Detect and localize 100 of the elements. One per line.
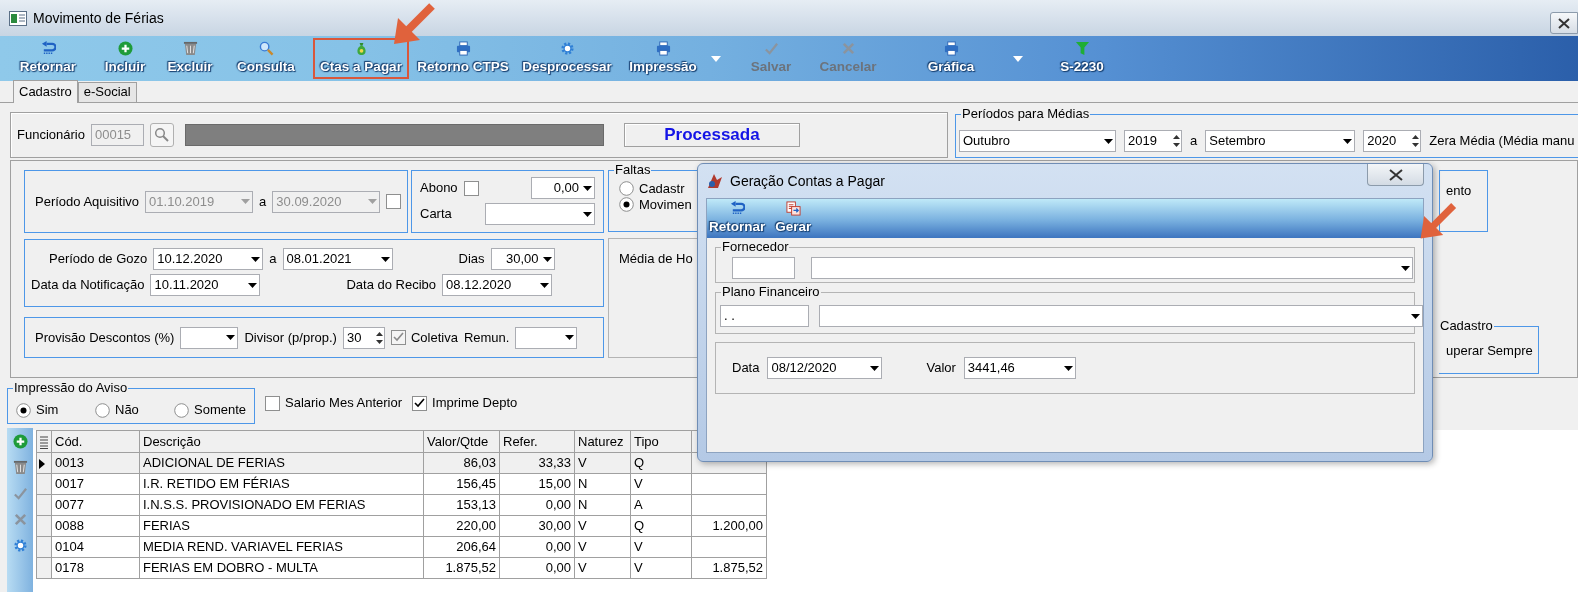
option-label: uperar Sempre: [1446, 343, 1533, 358]
plus-icon: [117, 41, 133, 57]
checkbox[interactable]: [390, 330, 406, 345]
checkbox[interactable]: [386, 194, 402, 209]
table-cell: 153,13: [423, 494, 500, 516]
dropdown[interactable]: [515, 326, 578, 349]
table-cell: 0,00: [499, 494, 575, 516]
caret-icon: [542, 256, 552, 262]
spin-arrows-icon: [1412, 134, 1420, 148]
caret-icon: [565, 335, 575, 340]
checkbox[interactable]: [412, 395, 428, 411]
caret-icon: [226, 335, 236, 340]
caret-icon: [583, 185, 592, 191]
dropdown[interactable]: 10.11.2020: [150, 274, 261, 296]
caret-icon: [1411, 313, 1420, 319]
table-cell: A: [630, 494, 692, 516]
table-row[interactable]: 0178 FERIAS EM DOBRO - MULTA 1.875,52 0,00 V V 1.875,52: [36, 557, 767, 579]
document-icon: [785, 201, 801, 217]
radio-button[interactable]: [174, 402, 189, 418]
tool-button[interactable]: [12, 486, 28, 501]
dropdown[interactable]: Setembro: [1205, 130, 1356, 152]
dropdown[interactable]: 08/12/2020: [767, 357, 883, 379]
field-label: Abono: [420, 180, 458, 196]
plus-icon: [12, 434, 28, 449]
table-row[interactable]: 0013 ADICIONAL DE FERIAS 86,03 33,33 V Q: [36, 452, 767, 474]
column-header: Naturez: [574, 430, 631, 453]
field-label: Funcionário: [17, 127, 85, 143]
search-button[interactable]: [149, 123, 174, 147]
radio-button[interactable]: [16, 402, 31, 418]
gear-icon: [559, 41, 575, 57]
table-cell: ADICIONAL DE FERIAS: [139, 452, 424, 474]
input-field[interactable]: [732, 257, 795, 279]
caret-icon: [1013, 55, 1023, 62]
column-header: Valor/Qtde: [423, 430, 500, 453]
field-label: a: [269, 251, 277, 267]
dropdown[interactable]: [819, 305, 1423, 327]
table-row[interactable]: 0017 I.R. RETIDO EM FÉRIAS 156,45 15,00 N V: [36, 473, 767, 495]
table-cell: 156,45: [423, 473, 500, 495]
radio-button[interactable]: [95, 402, 110, 418]
return-arrow-icon: [40, 41, 56, 57]
tool-button[interactable]: [12, 512, 28, 527]
table-row[interactable]: 0104 MEDIA REND. VARIAVEL FERIAS 206,64 0,00 V V: [36, 536, 767, 558]
close-icon: [1388, 168, 1403, 181]
checkbox[interactable]: [463, 180, 479, 196]
table-row[interactable]: 0077 I.N.S.S. PROVISIONADO EM FERIAS 153,13 0,00 N A: [36, 494, 767, 516]
spinner-field[interactable]: 2019: [1124, 130, 1182, 152]
dropdown[interactable]: Outubro: [959, 130, 1116, 152]
table-cell: I.R. RETIDO EM FÉRIAS: [139, 473, 424, 495]
dropdown[interactable]: 0,00: [531, 177, 595, 199]
window-title: Movimento de Férias: [33, 9, 164, 27]
group-title: Impressão do Aviso: [13, 380, 129, 396]
table-cell: 0,00: [499, 536, 575, 558]
field-label: Divisor (p/prop.): [244, 329, 337, 346]
table-cell: N: [574, 494, 631, 516]
caret-icon: [711, 55, 721, 62]
field-label: Zera Média (Média manu: [1429, 133, 1575, 149]
close-button[interactable]: [1550, 12, 1578, 34]
dropdown[interactable]: 08.12.2020: [442, 274, 553, 296]
radio-label: Cadastr: [639, 181, 685, 197]
radio-label: Sim: [36, 402, 59, 418]
cross-icon: [840, 41, 856, 57]
dropdown[interactable]: 10.12.2020: [153, 248, 264, 270]
group-label: ento: [1446, 183, 1472, 198]
field-label: Dias: [458, 251, 485, 267]
checkbox-label: Coletiva: [410, 329, 458, 346]
column-header: Cód.: [51, 430, 140, 453]
table-cell: N: [574, 473, 631, 495]
funnel-icon: [1074, 41, 1090, 57]
table-cell: 220,00: [423, 515, 500, 537]
table-cell: V: [630, 473, 692, 495]
dropdown[interactable]: [180, 326, 239, 349]
caret-icon: [1063, 365, 1073, 371]
radio-button[interactable]: [619, 181, 634, 197]
dropdown[interactable]: [811, 257, 1413, 279]
tab[interactable]: Cadastro: [13, 80, 78, 103]
table-row[interactable]: 0088 FERIAS 220,00 30,00 V Q 1.200,00: [36, 515, 767, 537]
spinner-field[interactable]: 30: [342, 326, 385, 349]
input-field: 00015: [90, 124, 144, 146]
table-cell: 1.200,00: [691, 515, 767, 537]
close-button[interactable]: [1367, 164, 1424, 186]
field-label: Data: [732, 360, 760, 376]
checkbox[interactable]: [265, 395, 280, 411]
spinner-field[interactable]: 2020: [1363, 130, 1422, 152]
tool-button[interactable]: [12, 460, 28, 475]
table-cell: V: [574, 557, 631, 579]
input-field[interactable]: . .: [720, 305, 809, 327]
dropdown[interactable]: 30,00: [490, 248, 555, 270]
dropdown[interactable]: 08.01.2021: [282, 248, 393, 270]
window-icon: [9, 10, 27, 26]
table-cell: 1.875,52: [691, 557, 767, 579]
dropdown[interactable]: 3441,46: [963, 357, 1076, 379]
radio-button[interactable]: [619, 196, 634, 212]
tool-button[interactable]: [12, 538, 28, 553]
tool-button[interactable]: [12, 434, 28, 449]
close-icon: [1558, 17, 1570, 29]
field-label: a: [259, 193, 267, 210]
dropdown[interactable]: [485, 203, 595, 225]
column-menu-icon: [40, 435, 48, 449]
table-cell: 0,00: [499, 557, 575, 579]
tab[interactable]: e-Social: [77, 82, 137, 102]
